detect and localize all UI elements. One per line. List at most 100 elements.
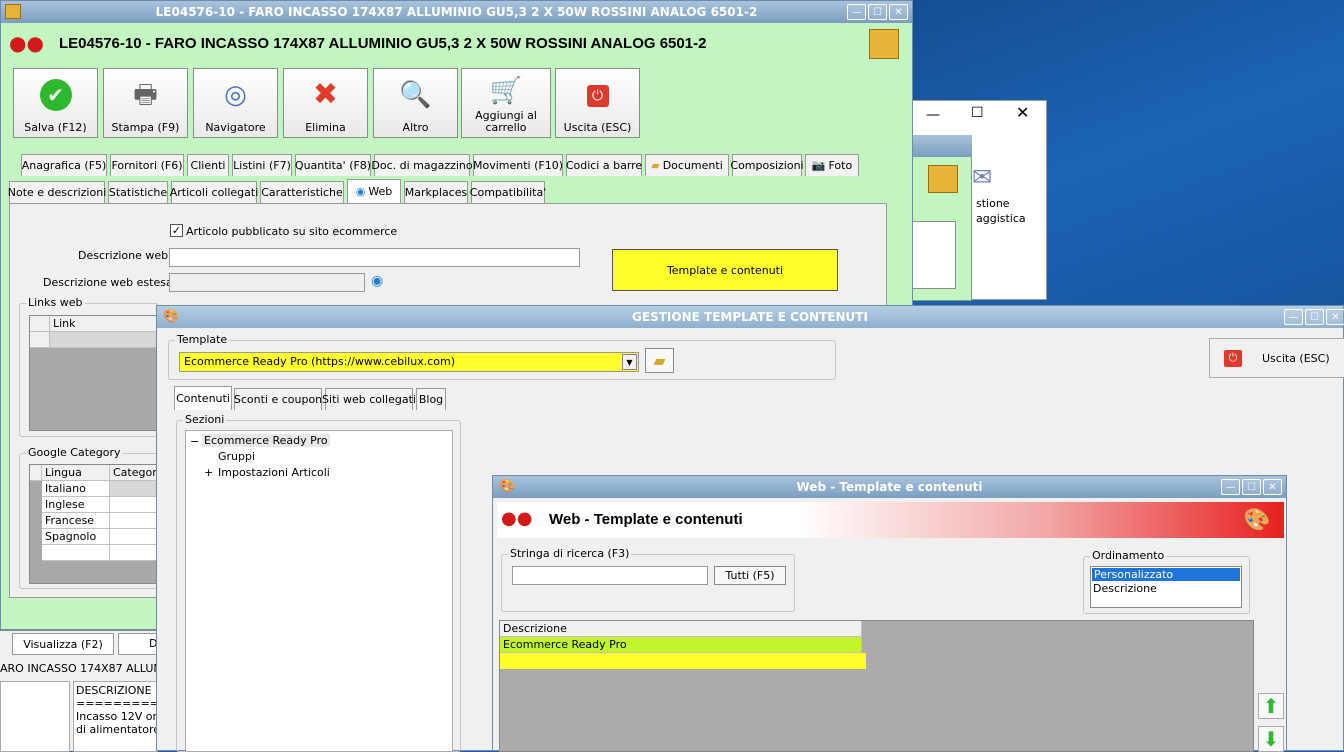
tab-note-descrizioni[interactable]: Note e descrizioni — [8, 181, 106, 203]
tree-node-impostazioni[interactable]: Impostazioni Articoli — [218, 466, 330, 479]
move-up-button[interactable]: ⬆ — [1258, 693, 1284, 719]
sort-option-personalizzato[interactable]: Personalizzato — [1092, 568, 1240, 581]
table-row[interactable]: Inglese — [42, 497, 110, 513]
table-row[interactable]: Francese — [42, 513, 110, 529]
maximize-button[interactable]: ☐ — [868, 4, 887, 20]
tab-sconti-coupon[interactable]: Sconti e coupon — [234, 388, 322, 410]
category-cell[interactable] — [110, 545, 160, 561]
save-button[interactable]: ✔ Salva (F12) — [13, 68, 98, 138]
minimize-button[interactable]: — — [847, 4, 866, 20]
description-column-header[interactable]: Descrizione — [500, 621, 862, 637]
minimize-button[interactable]: — — [1284, 309, 1303, 325]
exit-button[interactable]: ⏻ Uscita (ESC) — [1209, 338, 1344, 378]
category-cell[interactable] — [110, 497, 160, 513]
web-template-heading: Web - Template e contenuti — [549, 511, 743, 528]
minimize-button[interactable]: — — [1221, 479, 1240, 495]
template-select[interactable]: Ecommerce Ready Pro (https://www.cebilux… — [179, 352, 639, 372]
cart-icon: 🛒 — [489, 76, 523, 106]
close-button[interactable]: ✕ — [1263, 479, 1282, 495]
background-window[interactable]: — ☐ ✕ ✉ stione aggistica — [905, 100, 1047, 301]
palette-icon: 🎨 — [163, 309, 180, 324]
extended-description-input[interactable] — [169, 273, 365, 292]
window-title: LE04576-10 - FARO INCASSO 174X87 ALLUMIN… — [155, 5, 758, 19]
tab-movimenti[interactable]: Movimenti (F10) — [473, 154, 563, 176]
tree-expand-icon[interactable]: + — [204, 466, 213, 479]
template-management-titlebar[interactable]: GESTIONE TEMPLATE E CONTENUTI — [157, 306, 1343, 328]
row-highlight — [500, 653, 866, 669]
move-down-button[interactable]: ⬇ — [1258, 726, 1284, 752]
maximize-icon[interactable]: ☐ — [971, 105, 984, 121]
tab-fornitori[interactable]: Fornitori (F6) — [110, 154, 184, 176]
google-category-grid[interactable]: Lingua Categoria Italiano Inglese France… — [29, 464, 160, 584]
tree-node-gruppi[interactable]: Gruppi — [218, 450, 255, 463]
background-list[interactable] — [910, 221, 956, 289]
maximize-button[interactable]: ☐ — [1242, 479, 1261, 495]
category-column-header[interactable]: Categoria — [110, 465, 160, 481]
category-cell[interactable] — [110, 481, 160, 497]
chevron-down-icon[interactable]: ▼ — [622, 354, 637, 370]
description-memo[interactable]: DESCRIZIONE ES ============ Incasso 12V … — [73, 681, 158, 752]
tab-siti-web-collegati[interactable]: Siti web collegati — [322, 388, 416, 410]
links-grid[interactable]: Link — [29, 315, 160, 431]
article-heading: LE04576-10 - FARO INCASSO 174X87 ALLUMIN… — [59, 35, 707, 52]
category-cell[interactable] — [110, 529, 160, 545]
link-column-header[interactable]: Link — [50, 316, 160, 332]
open-folder-button[interactable]: ▰ — [645, 348, 674, 373]
sections-tree[interactable]: − Ecommerce Ready Pro Gruppi + Impostazi… — [185, 430, 453, 752]
tab-listini[interactable]: Listini (F7) — [232, 154, 292, 176]
tab-markplaces[interactable]: Markplaces — [404, 181, 468, 203]
table-row[interactable] — [42, 545, 110, 561]
close-button[interactable]: ✕ — [1326, 309, 1344, 325]
tab-compatibilita[interactable]: Compatibilita' — [470, 181, 546, 203]
tab-anagrafica[interactable]: Anagrafica (F5) — [21, 154, 107, 176]
tab-doc-magazzino[interactable]: Doc. di magazzino — [371, 154, 473, 176]
published-checkbox[interactable]: ✓ — [170, 224, 183, 237]
tab-documenti[interactable]: ▰ Documenti — [645, 154, 729, 176]
tab-composizioni[interactable]: Composizioni — [730, 154, 804, 176]
visualizza-button[interactable]: Visualizza (F2) — [12, 633, 114, 655]
globe-icon[interactable]: ◉ — [371, 273, 383, 289]
web-description-input[interactable] — [169, 248, 580, 267]
tab-clienti[interactable]: Clienti — [187, 154, 229, 176]
tree-collapse-icon[interactable]: − — [190, 435, 199, 448]
maximize-button[interactable]: ☐ — [1305, 309, 1324, 325]
exit-button[interactable]: ⏻ Uscita (ESC) — [555, 68, 640, 138]
table-row[interactable]: Spagnolo — [42, 529, 110, 545]
tree-node-root[interactable]: Ecommerce Ready Pro — [202, 434, 330, 447]
table-row[interactable]: Ecommerce Ready Pro — [500, 637, 862, 653]
print-button[interactable]: 🖶 Stampa (F9) — [103, 68, 188, 138]
printer-icon: 🖶 — [133, 80, 158, 110]
other-button[interactable]: 🔍 Altro — [373, 68, 458, 138]
delete-x-icon: ✖ — [312, 77, 339, 112]
web-template-window[interactable]: Web - Template e contenuti 🎨 — ☐ ✕ ●● Web … — [492, 475, 1287, 752]
close-icon[interactable]: ✕ — [1016, 103, 1029, 122]
minimize-icon[interactable]: — — [926, 107, 940, 123]
tab-web[interactable]: ◉ Web — [347, 179, 401, 203]
template-contents-button[interactable]: Template e contenuti — [612, 249, 838, 291]
tab-quantita[interactable]: Quantita' (F8) — [295, 154, 371, 176]
tab-blog[interactable]: Blog — [416, 388, 446, 410]
strawberry-icon: ●● — [9, 31, 44, 55]
web-template-titlebar[interactable]: Web - Template e contenuti — [493, 476, 1286, 498]
tab-foto[interactable]: 📷 Foto — [805, 154, 859, 176]
tab-codici-barre[interactable]: Codici a barre — [566, 154, 642, 176]
sort-option-descrizione[interactable]: Descrizione — [1091, 582, 1241, 595]
tab-articoli-collegati[interactable]: Articoli collegati — [170, 181, 258, 203]
delete-button[interactable]: ✖ Elimina — [283, 68, 368, 138]
partial-button[interactable]: D — [118, 633, 158, 655]
table-row[interactable]: Italiano — [42, 481, 110, 497]
results-grid[interactable]: Descrizione Ecommerce Ready Pro — [499, 620, 1254, 752]
tab-contenuti[interactable]: Contenuti — [174, 386, 232, 410]
language-column-header[interactable]: Lingua — [42, 465, 110, 481]
link-cell[interactable] — [50, 332, 160, 348]
tab-caratteristiche[interactable]: Caratteristiche — [260, 181, 344, 203]
article-titlebar[interactable]: LE04576-10 - FARO INCASSO 174X87 ALLUMIN… — [1, 1, 912, 23]
navigator-button[interactable]: ◎ Navigatore — [193, 68, 278, 138]
category-cell[interactable] — [110, 513, 160, 529]
all-button[interactable]: Tutti (F5) — [714, 566, 786, 585]
search-input[interactable] — [512, 566, 708, 585]
tab-statistiche[interactable]: Statistiche — [108, 181, 168, 203]
sort-list[interactable]: Personalizzato Descrizione — [1090, 566, 1242, 608]
close-button[interactable]: ✕ — [889, 4, 908, 20]
add-to-cart-button[interactable]: 🛒 Aggiungi al carrello — [461, 68, 551, 138]
